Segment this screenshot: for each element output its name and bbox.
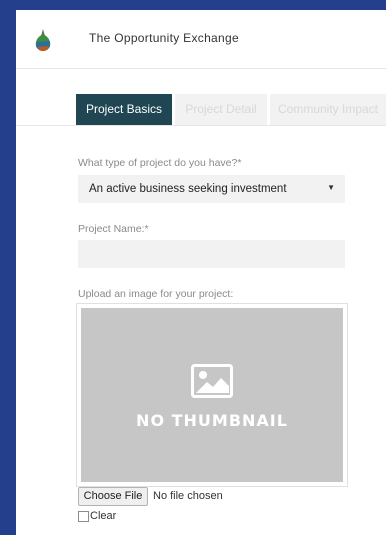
form-tabs: Project Basics Project Detail Community … (16, 90, 386, 125)
project-type-select[interactable]: An active business seeking investment ▼ (78, 175, 345, 203)
tab-community-impact[interactable]: Community Impact (270, 94, 386, 125)
site-title[interactable]: The Opportunity Exchange (89, 31, 239, 45)
no-thumbnail-text: NO THUMBNAIL (136, 411, 288, 430)
window-frame-left (0, 0, 16, 535)
dropdown-arrow-icon: ▼ (327, 183, 335, 192)
file-status-text: No file chosen (153, 490, 223, 502)
tabs-divider (16, 125, 386, 126)
project-type-selected-value: An active business seeking investment (89, 183, 287, 195)
project-name-label: Project Name:* (78, 223, 149, 235)
project-type-label: What type of project do you have?* (78, 157, 242, 169)
tab-project-basics[interactable]: Project Basics (76, 94, 172, 125)
image-icon (191, 364, 233, 398)
clear-label[interactable]: Clear (90, 510, 116, 522)
choose-file-button[interactable]: Choose File (78, 487, 148, 506)
image-upload-preview: NO THUMBNAIL (76, 303, 348, 487)
upload-image-label: Upload an image for your project: (78, 288, 234, 300)
project-name-input[interactable] (78, 240, 345, 268)
tab-project-detail[interactable]: Project Detail (175, 94, 267, 125)
clear-checkbox[interactable] (78, 511, 89, 522)
window-frame-top (0, 0, 386, 10)
site-header: The Opportunity Exchange (16, 10, 386, 69)
thumbnail-placeholder: NO THUMBNAIL (81, 308, 343, 482)
droplet-leaf-logo-icon[interactable] (34, 28, 52, 52)
